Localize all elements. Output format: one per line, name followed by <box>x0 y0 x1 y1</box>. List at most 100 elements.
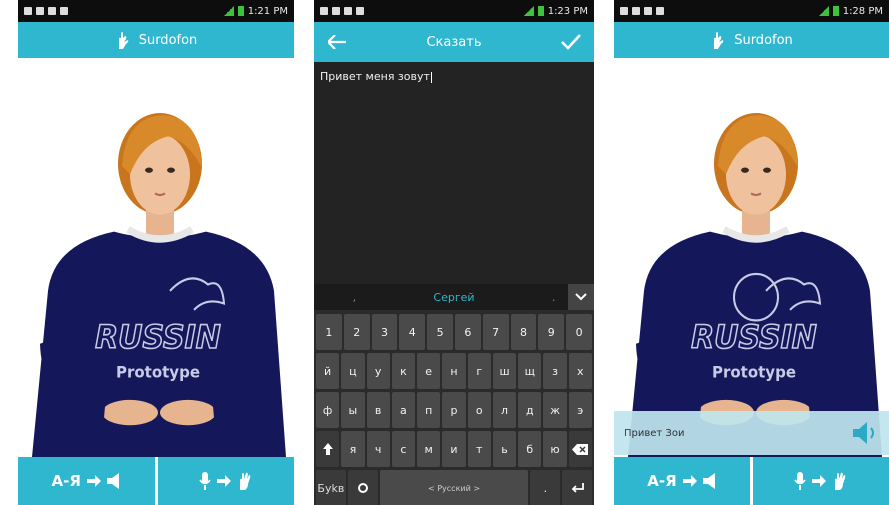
key[interactable]: э <box>568 392 592 428</box>
speaker-icon <box>106 473 119 489</box>
app-title-bar: Surdofon <box>18 22 294 58</box>
key[interactable]: ш <box>492 353 517 389</box>
settings-key[interactable] <box>347 470 378 505</box>
shirt-text-main: RUSSIN <box>691 319 817 356</box>
status-bar: 1:21 PM <box>18 0 294 22</box>
notification-icon <box>644 7 652 15</box>
spoken-text: Привет Зои <box>624 427 685 439</box>
key[interactable]: с <box>391 431 416 467</box>
alphabet-label: А-Я <box>647 472 677 490</box>
app-title: Surdofon <box>138 32 198 48</box>
status-time: 1:21 PM <box>247 5 288 17</box>
key[interactable]: 5 <box>427 314 453 350</box>
key[interactable]: б <box>518 431 542 467</box>
key[interactable]: з <box>543 353 567 389</box>
key[interactable]: 0 <box>566 314 592 350</box>
bottom-action-bar: А-Я <box>614 457 889 505</box>
key[interactable]: ю <box>543 431 567 467</box>
space-key[interactable]: < Русский > <box>379 470 529 505</box>
suggestion-strip: , Сергей . <box>314 284 594 310</box>
key[interactable]: ж <box>543 392 567 428</box>
shirt-text-sub: Prototype <box>116 363 200 382</box>
status-time: 1:23 PM <box>547 5 588 17</box>
key[interactable]: 2 <box>343 314 370 350</box>
compose-title-bar: Сказать <box>314 22 594 62</box>
signal-icon <box>523 6 534 16</box>
key[interactable]: х <box>568 353 592 389</box>
notification-icon <box>24 7 32 15</box>
key[interactable]: 6 <box>454 314 481 350</box>
back-button[interactable] <box>326 31 348 53</box>
key[interactable]: ы <box>341 392 365 428</box>
key[interactable]: м <box>417 431 441 467</box>
key[interactable]: о <box>467 392 491 428</box>
battery-icon <box>832 6 839 16</box>
key[interactable]: ь <box>492 431 517 467</box>
key[interactable]: 8 <box>510 314 537 350</box>
key[interactable]: щ <box>518 353 542 389</box>
suggestion-item[interactable]: , <box>353 291 357 304</box>
voice-to-sign-button[interactable] <box>158 457 295 505</box>
arrow-right-icon <box>216 475 231 487</box>
period-key[interactable]: . <box>530 470 561 505</box>
phone-screen-right: 1:28 PM Surdofon RUSSIN Prototype Привет… <box>614 0 889 505</box>
app-title: Surdofon <box>734 32 793 48</box>
key[interactable]: 3 <box>371 314 398 350</box>
shirt-text-main: RUSSIN <box>95 319 221 356</box>
keyboard-row-2: ф ы в а п р о л д ж э <box>316 392 592 428</box>
alphabet-label: А-Я <box>51 472 81 490</box>
key[interactable]: я <box>341 431 365 467</box>
hand-logo-icon <box>714 32 724 49</box>
hand-icon <box>239 472 251 490</box>
key[interactable]: р <box>442 392 466 428</box>
key[interactable]: в <box>366 392 390 428</box>
key[interactable]: д <box>518 392 542 428</box>
key[interactable]: ф <box>316 392 340 428</box>
key[interactable]: 7 <box>482 314 509 350</box>
speaker-icon[interactable] <box>849 418 879 448</box>
enter-key[interactable] <box>562 470 593 505</box>
bottom-action-bar: А-Я <box>18 457 294 505</box>
arrow-right-icon <box>86 475 101 487</box>
key[interactable]: а <box>391 392 416 428</box>
message-input[interactable]: Привет меня зовут <box>314 62 594 284</box>
collapse-suggestions-button[interactable] <box>568 284 594 310</box>
key[interactable]: п <box>417 392 441 428</box>
microphone-icon <box>794 472 806 490</box>
period-glyph: . <box>543 481 548 495</box>
key[interactable]: ч <box>366 431 390 467</box>
key[interactable]: у <box>366 353 390 389</box>
gear-icon <box>357 483 368 493</box>
key[interactable]: г <box>467 353 491 389</box>
text-to-speech-button[interactable]: А-Я <box>18 457 155 505</box>
signing-avatar: RUSSIN Prototype <box>614 58 889 457</box>
key[interactable]: к <box>391 353 416 389</box>
language-key[interactable]: Буkв <box>316 470 346 505</box>
key[interactable]: й <box>316 353 340 389</box>
key[interactable]: и <box>442 431 466 467</box>
signing-avatar: RUSSIN Prototype <box>18 58 294 457</box>
suggestion-item[interactable]: Сергей <box>433 291 474 304</box>
key[interactable]: 4 <box>399 314 426 350</box>
key[interactable]: н <box>442 353 466 389</box>
voice-to-sign-button[interactable] <box>753 457 889 505</box>
screenshot-collage: 1:21 PM Surdofon RUSSIN Prototype А-Я 1:… <box>0 0 889 505</box>
text-to-speech-button[interactable]: А-Я <box>614 457 750 505</box>
notification-icon <box>332 7 340 15</box>
suggestion-item[interactable]: . <box>552 291 556 304</box>
key[interactable]: л <box>492 392 517 428</box>
shirt-text-sub: Prototype <box>712 363 796 382</box>
key[interactable]: ц <box>341 353 365 389</box>
backspace-key[interactable] <box>568 431 592 467</box>
shift-key[interactable] <box>316 431 340 467</box>
confirm-button[interactable] <box>560 31 582 53</box>
notification-icon <box>356 7 364 15</box>
key[interactable]: 1 <box>316 314 342 350</box>
app-title-bar: Surdofon <box>614 22 889 58</box>
checkmark-icon <box>561 34 581 50</box>
keyboard-row-3: я ч с м и т ь б ю <box>316 431 592 467</box>
notification-icon <box>60 7 68 15</box>
key[interactable]: т <box>467 431 491 467</box>
key[interactable]: 9 <box>538 314 565 350</box>
key[interactable]: е <box>417 353 441 389</box>
